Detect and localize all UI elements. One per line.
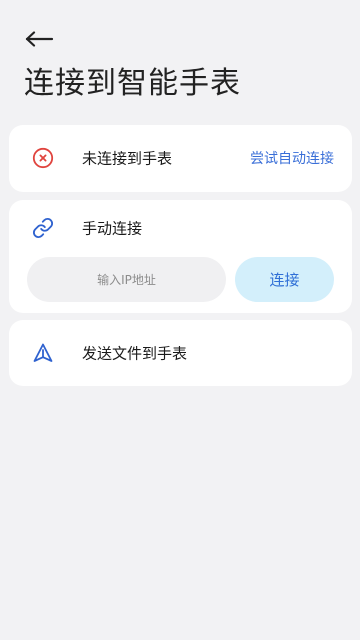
manual-connect-card: 手动连接 连接 bbox=[9, 200, 352, 313]
link-icon bbox=[31, 216, 55, 240]
page-title: 连接到智能手表 bbox=[24, 66, 241, 101]
manual-connect-header: 手动连接 bbox=[9, 200, 352, 256]
send-file-label: 发送文件到手表 bbox=[82, 344, 188, 363]
connection-status-row: 未连接到手表 尝试自动连接 bbox=[9, 125, 352, 191]
ip-address-input[interactable] bbox=[27, 257, 226, 302]
connect-button[interactable]: 连接 bbox=[235, 257, 334, 302]
back-button[interactable] bbox=[24, 24, 58, 54]
connection-status-text: 未连接到手表 bbox=[82, 149, 173, 168]
send-icon bbox=[31, 341, 55, 365]
connection-status-card: 未连接到手表 尝试自动连接 bbox=[9, 125, 352, 192]
auto-connect-button[interactable]: 尝试自动连接 bbox=[250, 148, 334, 168]
send-file-row[interactable]: 发送文件到手表 bbox=[9, 320, 352, 386]
manual-connect-title: 手动连接 bbox=[82, 219, 143, 238]
send-file-card[interactable]: 发送文件到手表 bbox=[9, 320, 352, 386]
arrow-left-icon bbox=[25, 31, 54, 47]
error-circle-icon bbox=[31, 146, 55, 170]
